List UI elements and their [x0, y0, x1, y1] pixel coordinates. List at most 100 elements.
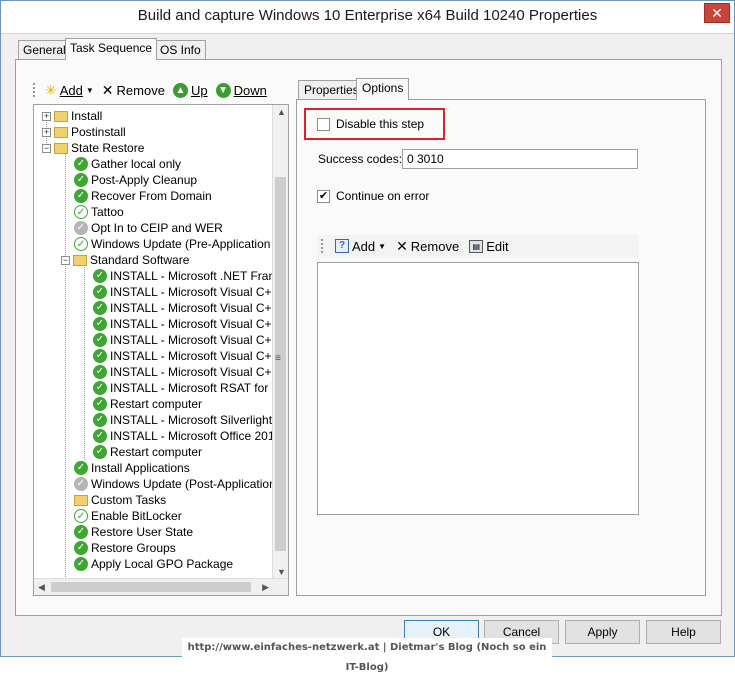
folder-icon: [54, 126, 68, 138]
tree-item[interactable]: ✓ INSTALL - Microsoft Visual C++ 20: [93, 284, 289, 300]
tree-item[interactable]: ✓ INSTALL - Microsoft Visual C++ 2: [93, 348, 288, 364]
expand-icon[interactable]: +: [42, 111, 51, 121]
success-codes-input[interactable]: 0 3010: [402, 149, 638, 169]
checkbox-checked-icon[interactable]: ✔: [317, 189, 330, 203]
apply-button[interactable]: Apply: [565, 620, 640, 644]
tree-item-label: Restore Groups: [91, 541, 176, 555]
close-button[interactable]: ✕: [704, 3, 730, 23]
tree-item[interactable]: ✓ Tattoo: [74, 204, 124, 220]
continue-on-error-label: Continue on error: [336, 189, 430, 203]
add-button[interactable]: ✳ Add ▼: [43, 82, 96, 99]
add-label: Add: [59, 82, 83, 98]
title-bar[interactable]: Build and capture Windows 10 Enterprise …: [1, 1, 734, 34]
tree-item[interactable]: ✓ Windows Update (Pre-Application Inst: [74, 236, 288, 252]
window-title: Build and capture Windows 10 Enterprise …: [137, 7, 598, 24]
tree-item[interactable]: ✓ Gather local only: [74, 156, 181, 172]
tree-item[interactable]: ✓ Windows Update (Post-Application Ins: [74, 476, 289, 492]
tree-item[interactable]: ✓ Apply Local GPO Package: [74, 556, 233, 572]
scroll-thumb[interactable]: [275, 177, 286, 551]
collapse-icon[interactable]: −: [61, 255, 70, 265]
condition-remove-button[interactable]: ✕ Remove: [394, 238, 461, 255]
step-success-icon: ✓: [74, 525, 88, 539]
tree-item[interactable]: − State Restore: [42, 140, 144, 156]
condition-edit-button[interactable]: ▤ Edit: [467, 239, 510, 254]
tree-item[interactable]: ✓ INSTALL - Microsoft Visual C++ 20: [93, 316, 288, 332]
tree-item[interactable]: ✓ Restart computer: [93, 396, 202, 412]
condition-add-button[interactable]: ? Add ▼: [333, 239, 388, 254]
tab-options[interactable]: Options: [356, 78, 410, 100]
remove-x-icon: ✕: [101, 81, 114, 98]
tab-task-sequence[interactable]: Task Sequence: [65, 38, 158, 60]
tree-item[interactable]: ✓ Post-Apply Cleanup: [74, 172, 197, 188]
tree-item-label: Opt In to CEIP and WER: [91, 221, 223, 235]
tree-item[interactable]: Custom Tasks: [74, 492, 166, 508]
folder-icon: [74, 494, 88, 506]
tree-item[interactable]: ✓ INSTALL - Microsoft Visual C++ 20: [93, 300, 288, 316]
dropdown-arrow-icon: ▼: [85, 85, 94, 95]
tree-item-label: Standard Software: [90, 253, 190, 267]
scroll-down-icon[interactable]: ▼: [277, 567, 286, 577]
tree-item[interactable]: ✓ Enable BitLocker: [74, 508, 182, 524]
tree-item-label: Enable BitLocker: [91, 509, 182, 523]
condition-add-label: Add: [352, 238, 376, 254]
tree-item[interactable]: ✓ INSTALL - Microsoft RSAT for Wi: [93, 380, 286, 396]
continue-on-error-checkbox[interactable]: ✔ Continue on error: [317, 189, 429, 203]
conditions-list[interactable]: [317, 262, 639, 515]
remove-label: Remove: [116, 82, 165, 98]
tree-item[interactable]: ✓ Restart computer: [93, 444, 202, 460]
scroll-up-icon[interactable]: ▲: [277, 107, 286, 117]
checkbox-box[interactable]: [317, 117, 330, 131]
tree-item-label: Windows Update (Post-Application Ins: [91, 477, 289, 491]
tree-vertical-scrollbar[interactable]: ▲ ▼: [272, 105, 288, 579]
scroll-left-icon[interactable]: ◀: [38, 582, 45, 593]
step-success-icon: ✓: [93, 365, 107, 379]
scroll-right-icon[interactable]: ▶: [262, 582, 269, 593]
tree-item-label: INSTALL - Microsoft Visual C++ 20: [110, 285, 289, 299]
tab-os-info[interactable]: OS Info: [155, 40, 206, 60]
folder-icon: [54, 110, 68, 122]
tree-item-label: State Restore: [71, 141, 145, 155]
tree-item[interactable]: ✓ Restore Groups: [74, 540, 176, 556]
up-button[interactable]: ▲ Up: [171, 82, 210, 98]
help-button[interactable]: Help: [646, 620, 721, 644]
tree-item[interactable]: ✓ Install Applications: [74, 460, 190, 476]
down-button[interactable]: ▼ Down: [214, 82, 269, 98]
scroll-thumb[interactable]: [51, 582, 251, 592]
tree-item[interactable]: ✓ INSTALL - Microsoft Visual C++ 20: [93, 364, 288, 380]
tree-item[interactable]: ✓ Restore User State: [74, 524, 193, 540]
tree-horizontal-scrollbar[interactable]: ◀ ▶: [34, 578, 288, 595]
task-sequence-tree[interactable]: + Install + Postinstall − State Restore …: [33, 104, 289, 596]
step-success-icon: ✓: [93, 333, 107, 347]
step-success-icon: ✓: [74, 557, 88, 571]
tree-item[interactable]: ✓ INSTALL - Microsoft Silverlight 5.1: [93, 412, 288, 428]
tree-item-label: Install Applications: [91, 461, 190, 475]
expand-icon[interactable]: +: [42, 127, 51, 137]
remove-x-icon: ✕: [396, 237, 408, 254]
up-label: Up: [190, 82, 208, 98]
tree-item[interactable]: ✓ INSTALL - Microsoft Visual C++ 20: [93, 332, 288, 348]
tab-general[interactable]: General: [18, 40, 71, 60]
step-success-icon: ✓: [74, 541, 88, 555]
splitter-grip-icon[interactable]: ≡: [275, 353, 281, 364]
tree-item[interactable]: − Standard Software: [61, 252, 189, 268]
down-label: Down: [233, 82, 267, 98]
tree-item[interactable]: ✓ INSTALL - Microsoft Office 2013 I: [93, 428, 288, 444]
properties-window: Build and capture Windows 10 Enterprise …: [0, 0, 735, 673]
tree-item[interactable]: ✓ Opt In to CEIP and WER: [74, 220, 223, 236]
step-success-icon: ✓: [74, 157, 88, 171]
tree-item[interactable]: + Install: [42, 108, 102, 124]
step-success-icon: ✓: [93, 381, 107, 395]
down-arrow-icon: ▼: [215, 82, 231, 98]
disable-step-checkbox[interactable]: Disable this step: [317, 117, 424, 131]
tree-item[interactable]: ✓ Recover From Domain: [74, 188, 212, 204]
tree-item[interactable]: + Postinstall: [42, 124, 126, 140]
folder-icon: [54, 142, 68, 154]
tree-item[interactable]: ✓ INSTALL - Microsoft .NET Framew: [93, 268, 288, 284]
remove-button[interactable]: ✕ Remove: [100, 82, 167, 99]
tree-item-label: Restart computer: [110, 445, 203, 459]
step-disabled-icon: ✓: [74, 477, 88, 491]
tab-properties[interactable]: Properties: [298, 80, 365, 100]
collapse-icon[interactable]: −: [42, 143, 51, 153]
task-sequence-toolbar: ✳ Add ▼ ✕ Remove ▲ Up ▼ Down: [33, 79, 289, 101]
step-success-icon: ✓: [74, 461, 88, 475]
